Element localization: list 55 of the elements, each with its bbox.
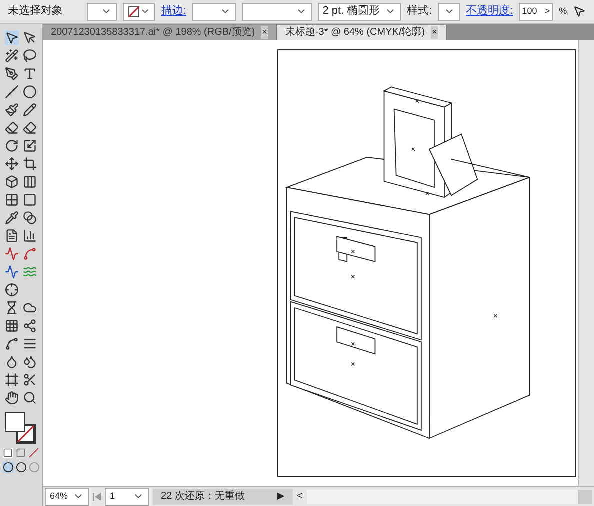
arc-curve-icon[interactable] [23,247,37,261]
status-menu[interactable]: 22 次还原：无重做 ▶ [153,488,293,504]
list-icon[interactable] [23,337,37,351]
page-dropdown[interactable]: 1 [105,488,149,506]
crosshair-icon[interactable] [5,283,19,297]
blend-tool-icon[interactable] [23,211,37,225]
type-tool-icon[interactable] [23,67,37,81]
blob-eraser-icon[interactable] [5,121,19,135]
stroke-link[interactable]: 描边: [161,3,186,20]
scroll-left-arrow[interactable]: < [297,489,303,504]
tab-close-icon[interactable]: × [431,26,438,40]
ellipse-tool-icon[interactable] [23,85,37,99]
zoom-dropdown[interactable]: 64% [45,488,89,506]
selection-tool-icon[interactable] [5,31,19,45]
vertical-scrollbar[interactable] [578,40,594,486]
draw-normal-icon[interactable] [2,462,14,473]
slice-tool-icon[interactable] [23,373,37,387]
brush-dropdown[interactable]: 2 pt. 椭圆形 [318,2,402,20]
fill-color-dropdown[interactable] [87,2,118,20]
none-mode-icon[interactable] [29,448,39,458]
eraser-icon[interactable] [23,121,37,135]
tab-close-icon[interactable]: × [261,26,268,40]
scale-tool-icon[interactable] [23,139,37,153]
gradient-mode-icon[interactable] [16,448,26,458]
document-tab[interactable]: 未标题-3* @ 64% (CMYK/轮廓) × [277,25,448,40]
hand-tool-icon[interactable] [5,391,19,405]
percent-label: % [559,4,568,18]
paintbrush-icon[interactable] [5,103,19,117]
document-tab[interactable]: 20071230135833317.ai* @ 198% (RGB/预览) × [43,25,278,40]
pencil-icon[interactable] [23,103,37,117]
zoom-tool-icon[interactable] [23,391,37,405]
draw-behind-icon[interactable] [16,462,26,473]
style-dropdown[interactable] [438,2,460,20]
selection-options-icon[interactable] [573,5,586,18]
magic-wand-icon[interactable] [5,49,19,63]
direct-selection-tool-icon[interactable] [23,31,37,45]
stroke-color-dropdown[interactable] [123,2,156,20]
selection-status: 未选择对象 [8,4,64,20]
style-label: 样式: [407,4,432,20]
line-tool-icon[interactable] [5,85,19,99]
opacity-field[interactable]: 100 > [519,2,554,20]
eyedropper-icon[interactable] [5,211,19,225]
no-stroke-icon [128,6,140,18]
horizontal-scrollbar[interactable] [306,490,592,504]
zigzag-curve-icon[interactable] [5,265,19,279]
lasso-icon[interactable] [23,49,37,63]
opacity-link[interactable]: 不透明度: [466,3,514,20]
grid-tool-icon[interactable] [5,319,19,333]
pucker-curve-icon[interactable] [5,247,19,261]
fill-swatch[interactable] [5,412,25,432]
pen-tool-icon[interactable] [5,67,19,81]
graph-tool-icon[interactable] [23,229,37,243]
rotate-tool-icon[interactable] [5,139,19,153]
color-mode-icon[interactable] [3,448,13,458]
scroll-thumb[interactable] [578,490,592,504]
